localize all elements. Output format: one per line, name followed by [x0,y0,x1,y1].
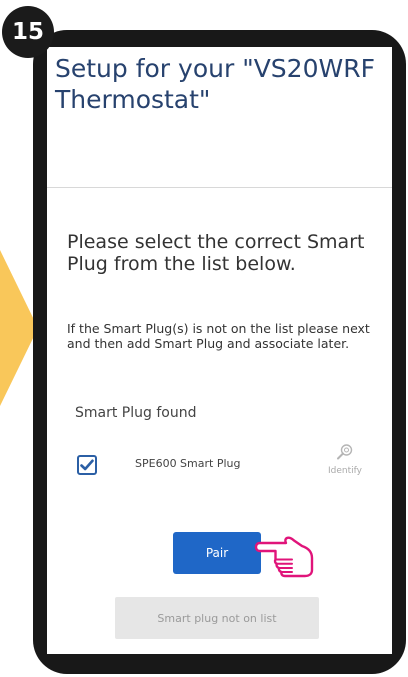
divider [47,187,392,188]
identify-label: Identify [328,466,362,476]
pointing-hand-icon [252,527,318,583]
instruction-text: Please select the correct Smart Plug fro… [67,231,365,275]
magnifier-icon [337,444,353,460]
identify-button[interactable]: Identify [320,443,370,476]
app-screen: Setup for your "VS20WRF Thermostat" Plea… [47,47,392,654]
page-title: Setup for your "VS20WRF Thermostat" [55,54,375,114]
plug-name: SPE600 Smart Plug [135,457,241,470]
checkmark-icon [80,459,94,471]
pair-button[interactable]: Pair [173,532,261,574]
instruction-illustration: 15 Setup for your "VS20WRF Thermostat" P… [0,0,408,677]
step-number-badge: 15 [2,6,54,58]
section-label: Smart Plug found [75,405,197,421]
not-on-list-button[interactable]: Smart plug not on list [115,597,319,639]
plug-checkbox[interactable] [77,455,97,475]
list-item[interactable]: SPE600 Smart Plug Identify [75,444,375,497]
help-text: If the Smart Plug(s) is not on the list … [67,321,370,351]
